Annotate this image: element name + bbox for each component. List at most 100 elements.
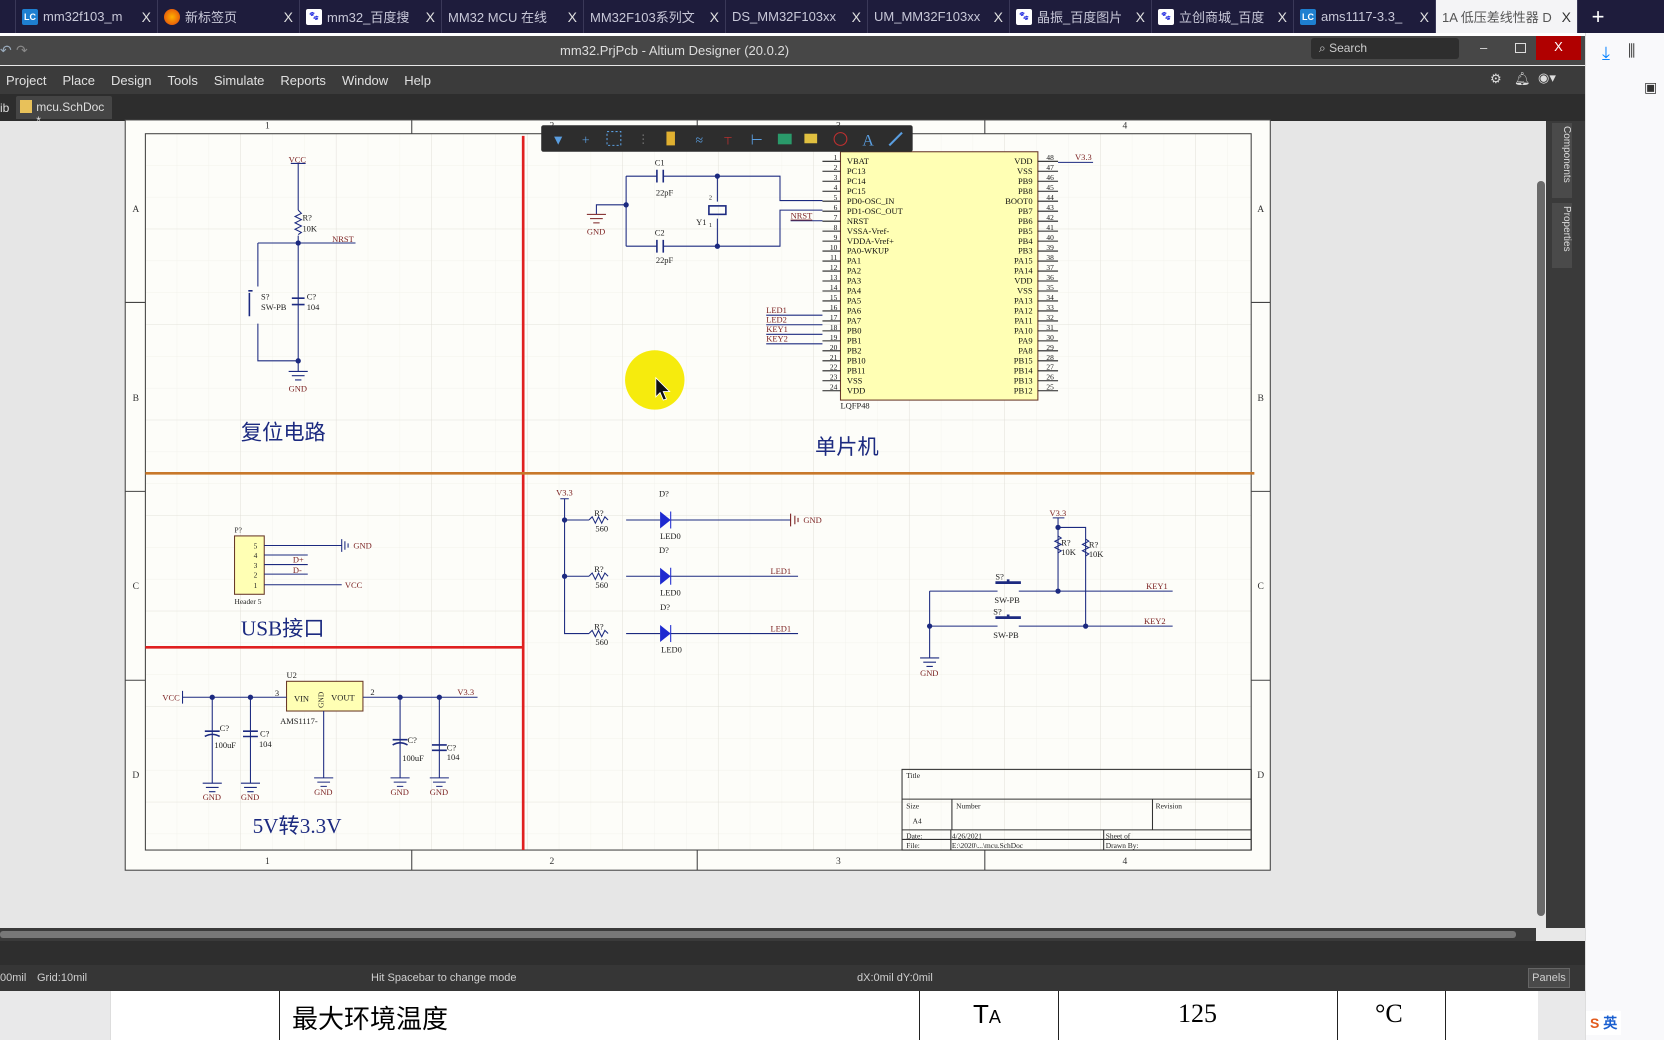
zone-col-top: 1: [265, 120, 270, 131]
junction: [295, 240, 301, 246]
mcu-pin-name: VDDA-Vref+: [847, 236, 894, 246]
section-title-usb: USB接口: [241, 617, 325, 641]
place-part-icon[interactable]: [666, 131, 675, 146]
mcu-pin-number: 47: [1046, 163, 1054, 172]
tb-date: Date:: [906, 831, 922, 840]
reset-r-val: 10K: [302, 223, 317, 233]
tb-title: Title: [906, 771, 920, 780]
gnd-label: GND: [241, 792, 259, 802]
mcu-pin-number: 43: [1046, 203, 1054, 212]
mcu-pin-number: 25: [1046, 383, 1054, 392]
tb-file: File:: [906, 841, 920, 850]
mcu-pin-number: 15: [830, 293, 838, 302]
cap-value: 100uF: [214, 740, 236, 750]
mcu-pin-name: VDD: [1014, 276, 1032, 286]
cap-value: 104: [447, 752, 460, 762]
cursor-highlight: [625, 350, 685, 410]
reset-gnd-label: GND: [289, 384, 307, 394]
net-key2: KEY2: [766, 334, 788, 344]
mcu-pin-name: PB5: [1018, 226, 1033, 236]
u2-pin3: 3: [275, 688, 279, 698]
mcu-pin-name: PD1-OSC_OUT: [847, 206, 904, 216]
mcu-pin-name: PB14: [1014, 365, 1034, 375]
mcu-pin-number: 12: [830, 263, 838, 272]
zone-row-right: D: [1257, 770, 1264, 781]
sheet-symbol-icon[interactable]: [777, 133, 792, 145]
mcu-pin-number: 39: [1046, 243, 1054, 252]
led-r-des: R?: [594, 621, 604, 631]
mcu-pin-name: PA13: [1014, 296, 1033, 306]
filter-icon[interactable]: ▼: [551, 132, 565, 147]
text-icon[interactable]: A: [862, 132, 874, 149]
mcu-power-net: V3.3: [1075, 152, 1092, 162]
key-r1-val: 10K: [1061, 547, 1076, 557]
tb-number: Number: [956, 802, 981, 811]
led-r-des: R?: [594, 564, 604, 574]
mcu-pin-name: PB3: [1018, 246, 1033, 256]
usb-dp-label: D+: [293, 554, 304, 564]
mcu-pin-number: 38: [1046, 253, 1054, 262]
key2-net: KEY2: [1144, 616, 1166, 626]
mcu-pin-name: PD0-OSC_IN: [847, 196, 895, 206]
gnd-label: GND: [203, 792, 221, 802]
u2-gnd-pin: GND: [317, 691, 326, 708]
mcu-pin-name: PA15: [1014, 256, 1033, 266]
mcu-pin-number: 22: [830, 363, 838, 372]
harness-icon[interactable]: ⊢: [751, 132, 763, 147]
mcu-pin-number: 7: [834, 213, 838, 222]
mcu-pin-name: PA12: [1014, 306, 1033, 316]
gnd-label: GND: [314, 787, 332, 797]
mcu-chip[interactable]: [839, 151, 1039, 401]
mcu-pin-number: 14: [830, 283, 838, 292]
usb-pin: 1: [254, 581, 258, 590]
mcu-pin-name: VBAT: [847, 156, 870, 166]
mcu-pin-name: VSS: [847, 375, 863, 385]
mcu-pin-name: PA0-WKUP: [847, 246, 889, 256]
mcu-pin-number: 16: [830, 303, 838, 312]
mcu-pin-number: 5: [834, 193, 838, 202]
mcu-pin-number: 37: [1046, 263, 1054, 272]
mcu-pin-name: VDD: [1014, 156, 1032, 166]
mcu-pin-name: PB4: [1018, 236, 1033, 246]
y1-designator: Y1: [696, 217, 706, 227]
mcu-pin-number: 48: [1046, 153, 1054, 162]
mcu-pin-number: 44: [1046, 193, 1054, 202]
active-bar-toolbar[interactable]: ▼ + ⫶ ≈ ⊤ ⊢ A: [541, 125, 913, 152]
led-r-val: 560: [595, 637, 608, 647]
u2-pin2: 2: [370, 687, 374, 697]
led-d-val: LED0: [660, 587, 681, 597]
mcu-pin-name: PA7: [847, 316, 861, 326]
mcu-pin-number: 33: [1046, 303, 1054, 312]
mcu-pin-name: PA4: [847, 286, 862, 296]
tb-size: Size: [906, 802, 919, 811]
move-icon[interactable]: +: [582, 132, 590, 147]
mcu-package: LQFP48: [840, 401, 869, 411]
key-r1-des: R?: [1061, 537, 1071, 547]
power-port-icon[interactable]: ⊤: [723, 136, 732, 147]
mcu-pin-number: 40: [1046, 233, 1054, 242]
led-d-des: D?: [660, 602, 670, 612]
reset-r-des: R?: [302, 213, 312, 223]
sheet-inner-border: [144, 133, 1252, 851]
wire-icon[interactable]: ≈: [696, 132, 704, 147]
cap-value: 104: [259, 739, 272, 749]
led-d-val: LED0: [661, 645, 682, 655]
led-r-val: 560: [595, 580, 608, 590]
mcu-pin-number: 9: [834, 233, 838, 242]
key-s2-val: SW-PB: [993, 630, 1019, 640]
port-icon[interactable]: [804, 133, 818, 144]
key1-net: KEY1: [1146, 581, 1168, 591]
zone-row-right: B: [1258, 393, 1264, 404]
usb-pin: 3: [254, 561, 258, 570]
mcu-pin-name: PA1: [847, 256, 861, 266]
section-title-reset: 复位电路: [241, 420, 326, 444]
mcu-pin-name: PA3: [847, 276, 861, 286]
mcu-pin-number: 18: [830, 323, 838, 332]
usb-pin: 4: [254, 551, 258, 560]
schematic: 1 2 3 4 1 2 3 4 A B C D A B C D 复位电路 单片机…: [124, 119, 1271, 871]
key-supply-label: V3.3: [1050, 508, 1067, 518]
led-supply-label: V3.3: [556, 488, 573, 498]
align-icon[interactable]: ⫶: [641, 132, 644, 147]
zone-col-top: 4: [1123, 120, 1128, 131]
mcu-pin-name: PA8: [1018, 345, 1032, 355]
